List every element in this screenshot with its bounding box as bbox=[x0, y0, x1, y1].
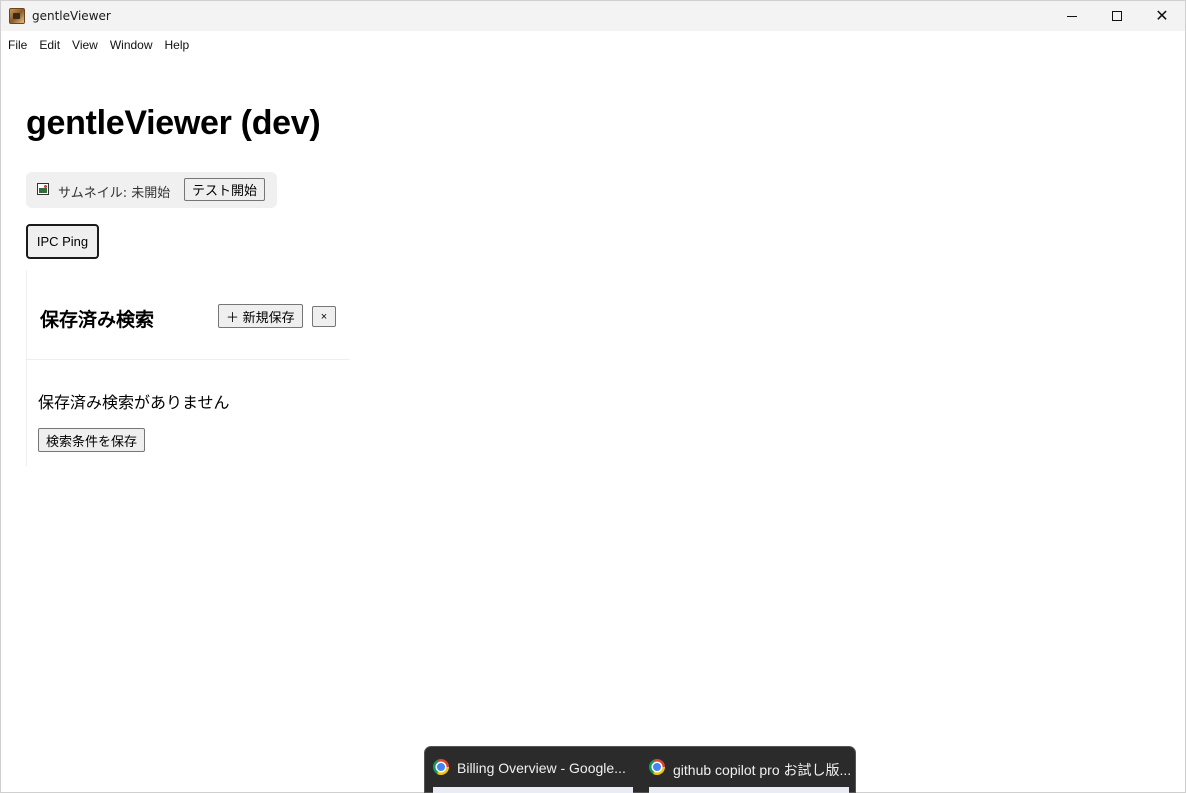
new-save-button[interactable]: ＋ 新規保存 bbox=[218, 304, 303, 328]
saved-search-title: 保存済み検索 bbox=[40, 309, 155, 331]
close-window-button[interactable]: ✕ bbox=[1139, 1, 1185, 31]
image-icon bbox=[37, 183, 49, 195]
taskbar-window-item[interactable]: github copilot pro お試し版... bbox=[647, 747, 857, 793]
minimize-icon bbox=[1067, 15, 1077, 17]
saved-search-panel: 保存済み検索 ＋ 新規保存 × 保存済み検索がありません 検索条件を保存 bbox=[26, 271, 349, 466]
minimize-button[interactable] bbox=[1049, 1, 1095, 31]
menu-edit[interactable]: Edit bbox=[33, 34, 66, 56]
window-preview bbox=[649, 787, 849, 793]
test-start-button[interactable]: テスト開始 bbox=[184, 178, 266, 201]
menu-help[interactable]: Help bbox=[159, 34, 196, 56]
window-preview bbox=[433, 787, 633, 793]
maximize-icon bbox=[1112, 11, 1122, 21]
taskbar-thumbnail-popup: Billing Overview - Google... github copi… bbox=[424, 746, 856, 793]
window-title: gentleViewer bbox=[32, 9, 111, 23]
taskbar-window-label: Billing Overview - Google... bbox=[457, 760, 626, 776]
chrome-icon bbox=[649, 759, 665, 775]
page-title: gentleViewer (dev) bbox=[26, 104, 321, 142]
app-icon bbox=[9, 8, 25, 24]
taskbar-window-label: github copilot pro お試し版... bbox=[673, 762, 852, 778]
close-panel-button[interactable]: × bbox=[312, 306, 336, 327]
ipc-ping-button[interactable]: IPC Ping bbox=[26, 224, 99, 259]
save-criteria-button[interactable]: 検索条件を保存 bbox=[38, 428, 146, 452]
app-window: gentleViewer ✕ File Edit View Window Hel… bbox=[0, 0, 1186, 793]
taskbar-window-item[interactable]: Billing Overview - Google... bbox=[431, 747, 641, 793]
menu-bar: File Edit View Window Help bbox=[1, 34, 195, 56]
thumbnail-status: サムネイル: 未開始 bbox=[58, 186, 171, 201]
menu-view[interactable]: View bbox=[66, 34, 104, 56]
chrome-icon bbox=[433, 759, 449, 775]
saved-search-header: 保存済み検索 ＋ 新規保存 × bbox=[27, 271, 349, 360]
menu-window[interactable]: Window bbox=[104, 34, 159, 56]
empty-message: 保存済み検索がありません bbox=[38, 393, 230, 412]
close-icon: ✕ bbox=[1155, 6, 1169, 25]
menu-file[interactable]: File bbox=[1, 34, 33, 56]
thumbnail-status-panel: サムネイル: 未開始 テスト開始 bbox=[26, 172, 277, 208]
maximize-button[interactable] bbox=[1094, 1, 1140, 31]
title-bar[interactable]: gentleViewer ✕ bbox=[1, 1, 1185, 31]
